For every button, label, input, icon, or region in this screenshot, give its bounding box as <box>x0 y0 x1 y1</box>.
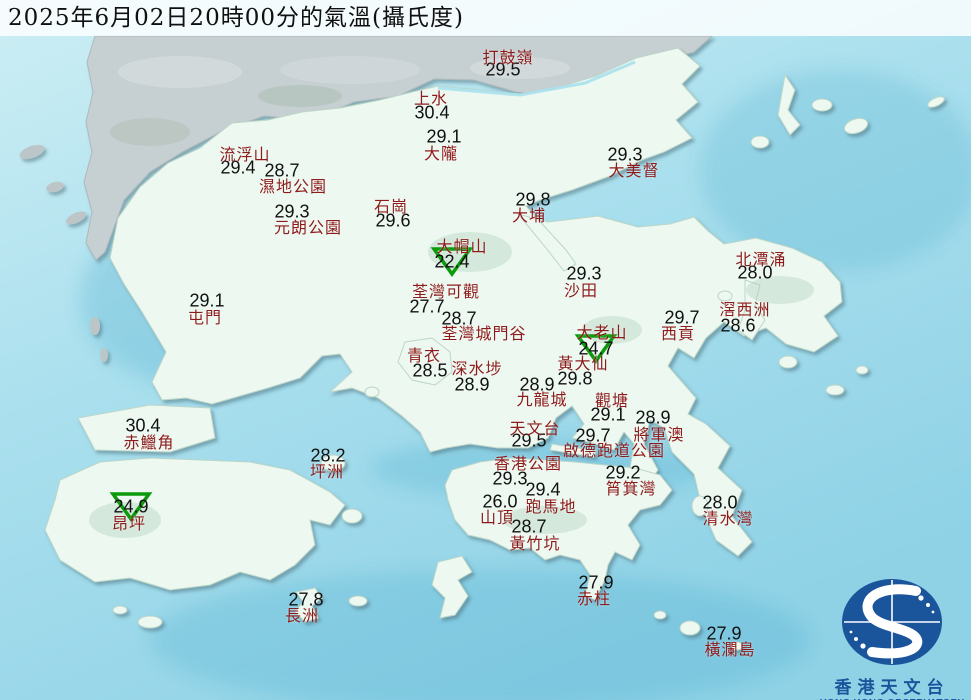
station-name: 九龍城 <box>516 386 567 410</box>
station-name: 大帽山 <box>436 233 487 257</box>
hko-temperature-map-page: 2025年6月02日20時00分的氣溫(攝氏度) 29.5打鼓嶺30.4上水29… <box>0 0 971 700</box>
station-name: 黃竹坑 <box>509 530 560 554</box>
station-name: 橫瀾島 <box>704 636 755 660</box>
station-name: 青衣 <box>407 342 441 366</box>
station-name: 流浮山 <box>219 141 270 165</box>
station-name: 清水灣 <box>702 505 753 529</box>
station-name: 濕地公園 <box>259 173 327 197</box>
station-name: 石崗 <box>374 193 408 217</box>
station-name: 赤柱 <box>577 585 611 609</box>
station-name: 大隴 <box>424 140 458 164</box>
observatory-name-chinese: 香港天文台 <box>817 673 967 698</box>
station-name: 打鼓嶺 <box>482 44 533 68</box>
station-name: 大埔 <box>512 202 546 226</box>
station-name: 元朗公園 <box>274 214 342 238</box>
station-name: 大老山 <box>576 319 627 343</box>
observatory-logo: 香港天文台 HONG KONG OBSERVATORY <box>817 576 967 698</box>
station-name: 昂坪 <box>112 510 146 534</box>
station-name: 天文台 <box>509 415 560 439</box>
station-name: 筲箕灣 <box>605 475 656 499</box>
station-name: 觀塘 <box>595 387 629 411</box>
station-name: 跑馬地 <box>525 493 576 517</box>
station-name: 沙田 <box>564 277 598 301</box>
station-name: 啟德跑道公園 <box>563 437 665 461</box>
station-name: 北潭涌 <box>735 246 786 270</box>
station-name: 長洲 <box>285 602 319 626</box>
station-name: 大美督 <box>608 157 659 181</box>
station-name: 荃灣城門谷 <box>441 320 526 344</box>
station-name: 坪洲 <box>310 458 344 482</box>
station-name: 滘西洲 <box>719 296 770 320</box>
station-name: 上水 <box>414 85 448 109</box>
station-name: 深水埗 <box>451 355 502 379</box>
observatory-logo-icon <box>817 576 967 668</box>
station-name: 黃大仙 <box>557 350 608 374</box>
station-name: 赤鱲角 <box>123 429 174 453</box>
station-name: 香港公園 <box>494 450 562 474</box>
station-name: 屯門 <box>188 304 222 328</box>
station-name: 荃灣可觀 <box>412 278 480 302</box>
station-name: 山頂 <box>480 504 514 528</box>
station-name: 西貢 <box>661 320 695 344</box>
page-title: 2025年6月02日20時00分的氣溫(攝氏度) <box>0 0 971 36</box>
